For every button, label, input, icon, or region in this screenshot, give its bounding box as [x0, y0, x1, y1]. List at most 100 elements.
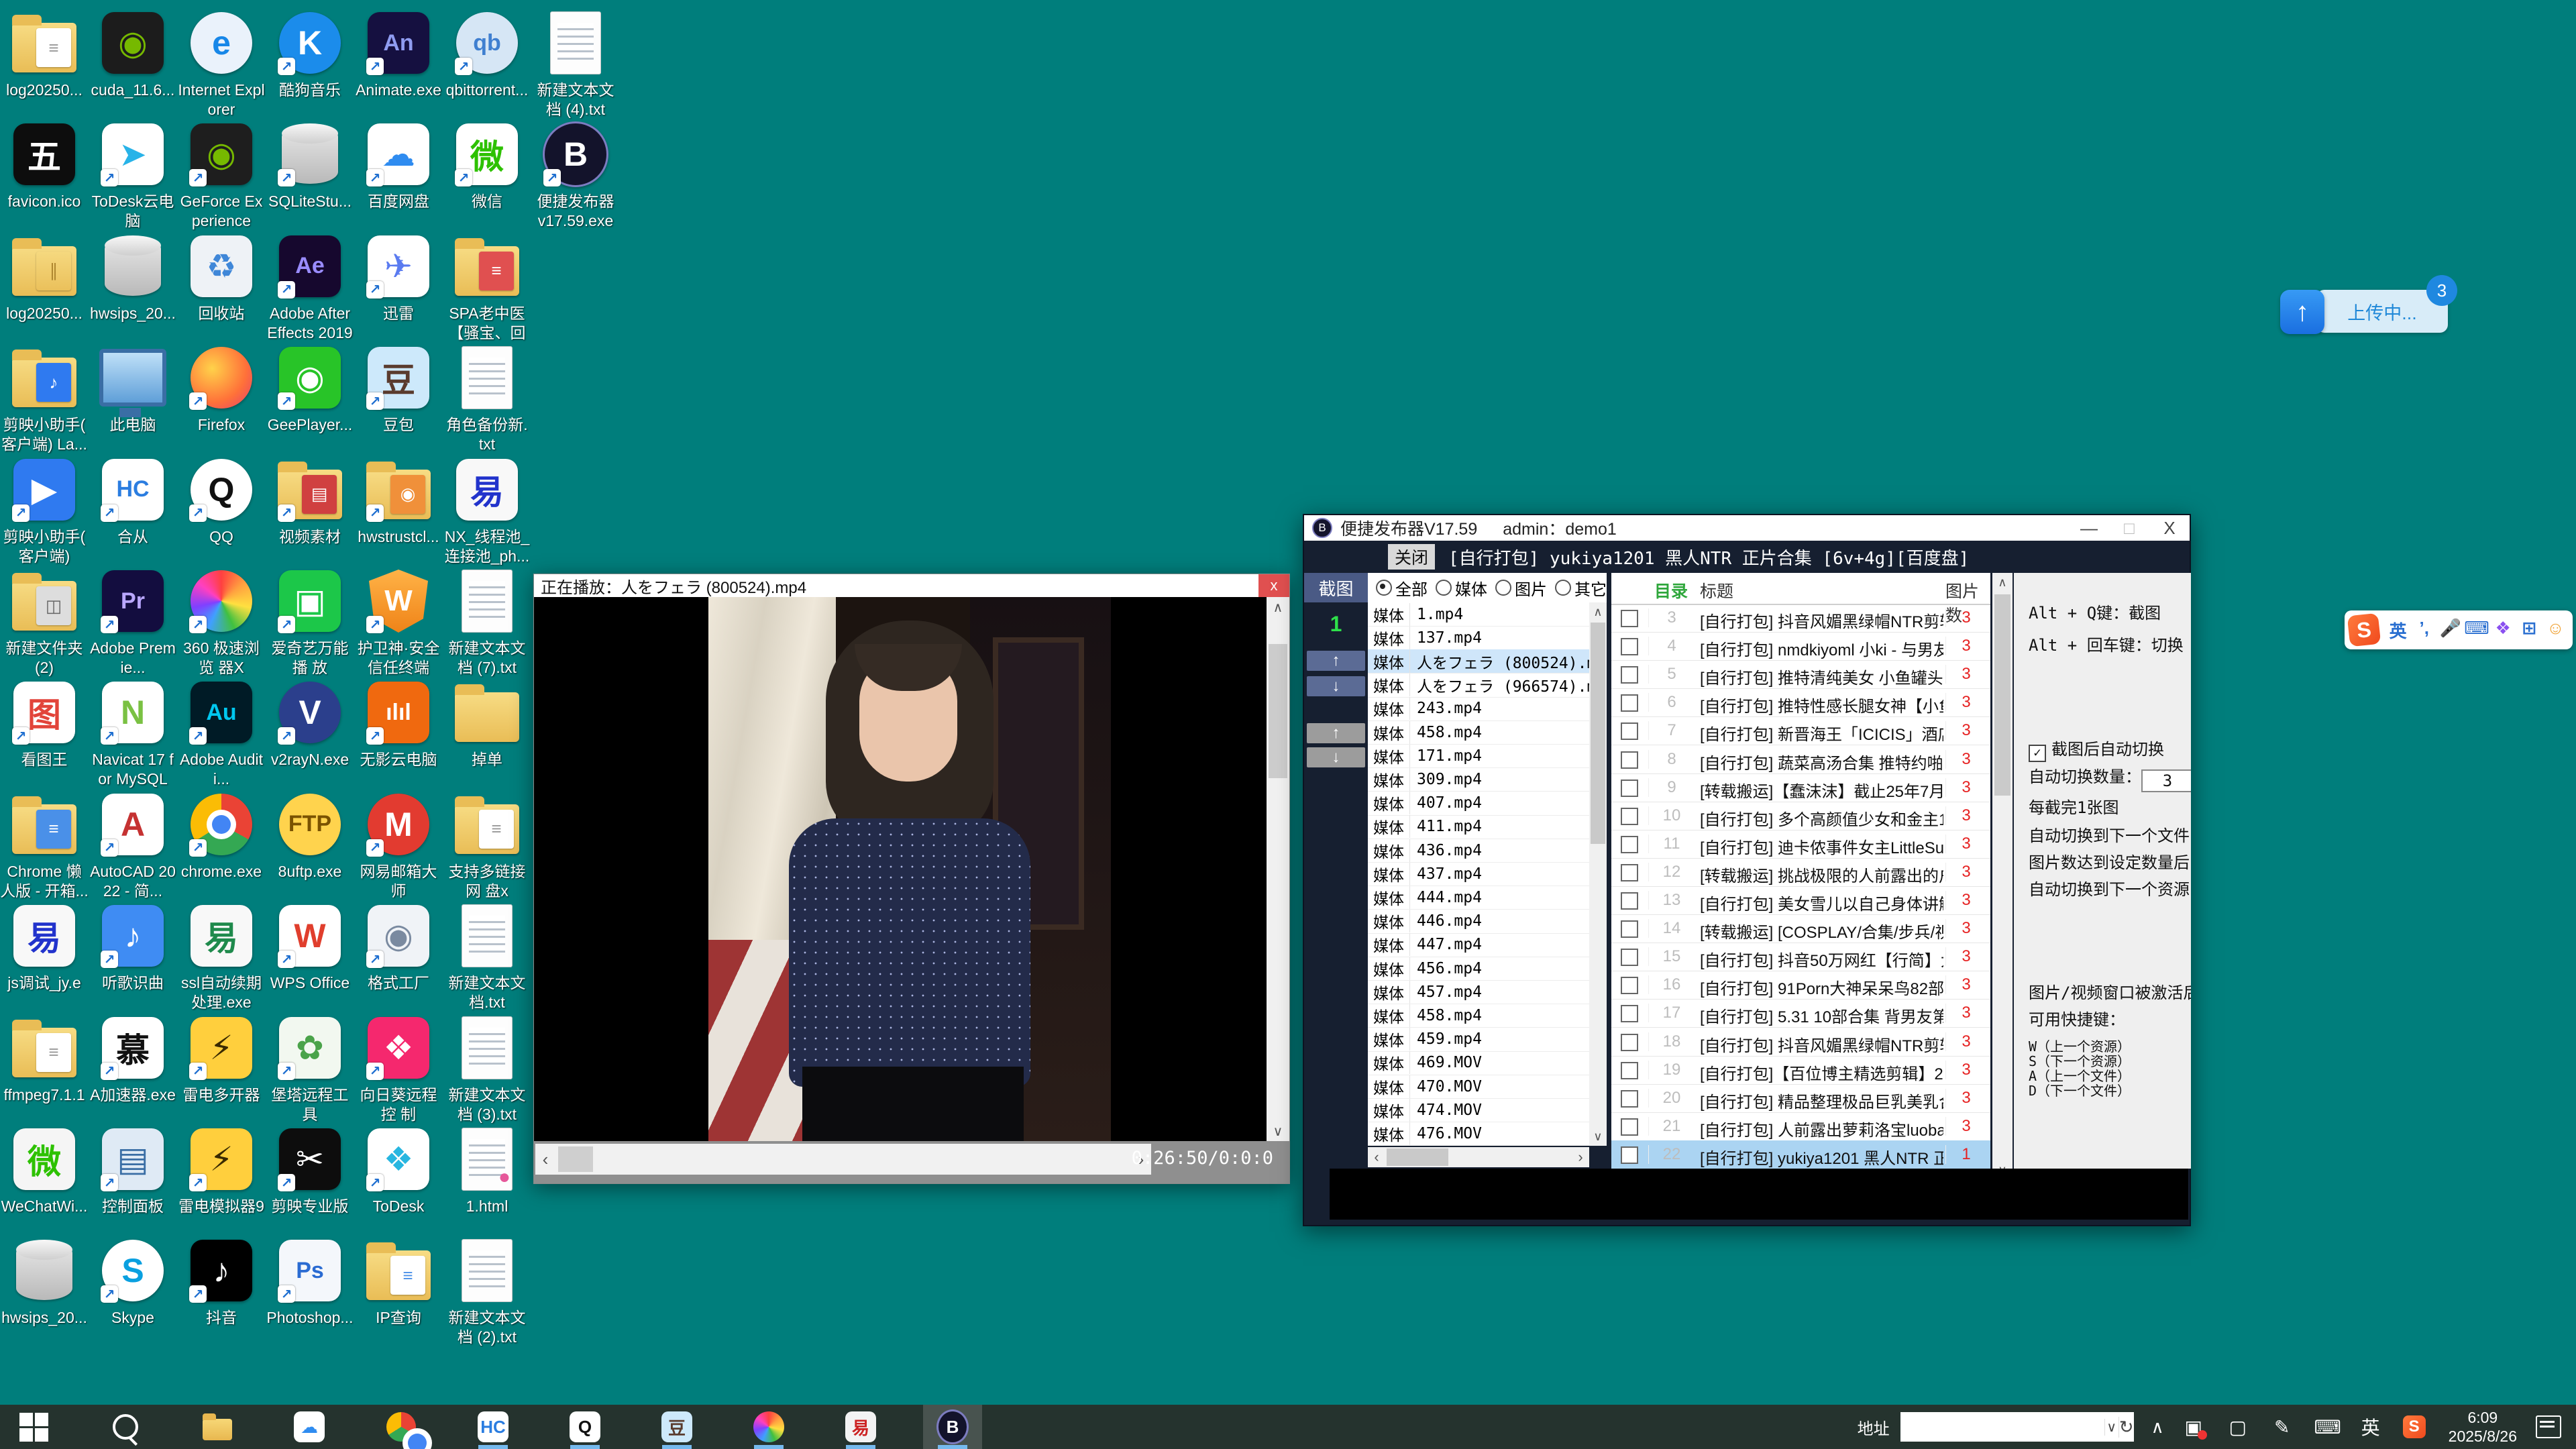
desktop-icon-Internet-Explorer[interactable]: eInternet Explorer — [177, 9, 266, 119]
media-row[interactable]: 媒体171.mp4 — [1368, 744, 1589, 768]
punctuation[interactable]: ’, — [2411, 618, 2437, 643]
desktop-icon-hwsips_20-[interactable]: hwsips_20... — [0, 1237, 89, 1328]
media-hscroll-thumb[interactable] — [1387, 1148, 1448, 1166]
taskbar-publisher[interactable]: B — [936, 1405, 969, 1449]
table-row[interactable]: 22[自行打包] yukiya1201 黑人NTR 正1 — [1611, 1140, 1990, 1169]
scroll-up-icon[interactable]: ∧ — [1589, 602, 1607, 621]
desktop-icon-雷电模拟器9[interactable]: ⚡↗雷电模拟器9 — [177, 1126, 266, 1216]
table-row[interactable]: 6[自行打包] 推特性感长腿女神【小鱼3 — [1611, 688, 1990, 717]
lang-mode[interactable]: 英 — [2385, 618, 2411, 643]
desktop-icon-视频素材[interactable]: ▤↗视频素材 — [266, 456, 354, 547]
taskbar-qq[interactable]: Q — [569, 1405, 601, 1449]
pen-tray-icon[interactable]: ✎ — [2270, 1416, 2294, 1438]
player-horizontal-scrollbar[interactable]: ‹ › — [535, 1144, 1151, 1175]
desktop-icon-回收站[interactable]: ♻回收站 — [177, 233, 266, 323]
desktop-icon-新建文本文档-4-txt[interactable]: 新建文本文档 (4).txt — [531, 9, 620, 119]
touch-keyboard-icon[interactable]: ⌨ — [2314, 1416, 2339, 1438]
desktop-icon-向日葵远程控-制[interactable]: ❖↗向日葵远程控 制 — [354, 1014, 443, 1124]
row-checkbox[interactable] — [1621, 638, 1638, 655]
player-hscroll-thumb[interactable] — [558, 1146, 593, 1172]
scroll-left-icon[interactable]: ‹ — [1368, 1147, 1385, 1167]
row-checkbox[interactable] — [1621, 977, 1638, 994]
desktop-icon-酷狗音乐[interactable]: K↗酷狗音乐 — [266, 9, 354, 100]
taskbar-baidu-netdisk[interactable]: ☁ — [293, 1405, 325, 1449]
row-checkbox[interactable] — [1621, 1034, 1638, 1051]
media-row[interactable]: 媒体458.mp4 — [1368, 720, 1589, 745]
row-checkbox[interactable] — [1621, 1062, 1638, 1079]
desktop-icon-Navicat-17-for-MySQL[interactable]: N↗Navicat 17 for MySQL — [89, 679, 177, 789]
desktop-icon-爱奇艺万能播-放[interactable]: ▣↗爱奇艺万能播 放 — [266, 568, 354, 678]
row-checkbox[interactable] — [1621, 892, 1638, 910]
desktop-icon-chrome-exe[interactable]: ↗chrome.exe — [177, 791, 266, 881]
media-row[interactable]: 媒体470.MOV — [1368, 1075, 1589, 1099]
table-row[interactable]: 11[自行打包] 迪卡侬事件女主LittleSub3 — [1611, 830, 1990, 859]
desktop-icon-cuda_11-6-[interactable]: ◉cuda_11.6... — [89, 9, 177, 100]
row-checkbox[interactable] — [1621, 1118, 1638, 1136]
table-vscroll-thumb[interactable] — [1994, 594, 2010, 796]
desktop-icon-网易邮箱大师[interactable]: M↗网易邮箱大师 — [354, 791, 443, 901]
desktop-icon-ToDesk云电脑[interactable]: ➤↗ToDesk云电脑 — [89, 121, 177, 231]
row-checkbox[interactable] — [1621, 1090, 1638, 1108]
table-row[interactable]: 8[自行打包] 蔬菜高汤合集 推特约啪大3 — [1611, 745, 1990, 774]
desktop-icon-WPS-Office[interactable]: W↗WPS Office — [266, 902, 354, 993]
desktop-icon-GeePlayer-[interactable]: ◉↗GeePlayer... — [266, 344, 354, 435]
taskbar-start-button[interactable] — [17, 1405, 50, 1449]
desktop-icon-控制面板[interactable]: ▤↗控制面板 — [89, 1126, 177, 1216]
filter-radio-媒体[interactable]: 媒体 — [1436, 576, 1487, 600]
desktop-icon-360-极速浏览-器X[interactable]: ↗360 极速浏览 器X — [177, 568, 266, 678]
table-vertical-scrollbar[interactable]: ∧ ∨ — [1992, 573, 2012, 1179]
table-row[interactable]: 17[自行打包] 5.31 10部合集 背男友第-3 — [1611, 999, 1990, 1028]
desktop-icon-js调试_jy-e[interactable]: 易js调试_jy.e — [0, 902, 89, 993]
scroll-up-icon[interactable]: ∧ — [1992, 573, 2012, 592]
table-row[interactable]: 4[自行打包] nmdkiyoml 小ki - 与男友3 — [1611, 632, 1990, 661]
desktop-icon-此电脑[interactable]: 此电脑 — [89, 344, 177, 435]
desktop-icon-log20250-[interactable]: ≡log20250... — [0, 9, 89, 100]
desktop-icon-Adobe-Auditi-[interactable]: Au↗Adobe Auditi... — [177, 679, 266, 789]
table-row[interactable]: 12[转载搬运] 挑战极限的人前露出的户3 — [1611, 858, 1990, 887]
table-row[interactable]: 21[自行打包] 人前露出萝莉洛宝luobac3 — [1611, 1112, 1990, 1141]
address-dropdown-icon[interactable]: ∨ — [2104, 1419, 2118, 1436]
keyboard-icon[interactable]: ⌨ — [2463, 618, 2489, 643]
switch-count-input[interactable]: 3 — [2141, 769, 2191, 792]
row-checkbox[interactable] — [1621, 751, 1638, 769]
ime-lang-indicator[interactable]: 英 — [2359, 1413, 2383, 1440]
media-row[interactable]: 媒体407.mp4 — [1368, 792, 1589, 816]
filter-radio-图片[interactable]: 图片 — [1495, 576, 1547, 600]
desktop-icon-Firefox[interactable]: ↗Firefox — [177, 344, 266, 435]
desktop-icon-hwsips_20-[interactable]: hwsips_20... — [89, 233, 177, 323]
table-row[interactable]: 19[自行打包]【百位博主精选剪辑】203 — [1611, 1056, 1990, 1085]
taskbar-360-browser[interactable] — [753, 1405, 785, 1449]
taskbar-hecong[interactable]: HC — [477, 1405, 509, 1449]
media-row[interactable]: 媒体137.mp4 — [1368, 626, 1589, 650]
taskbar-search-button[interactable] — [109, 1405, 142, 1449]
scroll-left-icon[interactable]: ‹ — [535, 1144, 555, 1175]
address-go-icon[interactable]: ↻ — [2118, 1417, 2134, 1438]
desktop-icon-剪映专业版[interactable]: ✂↗剪映专业版 — [266, 1126, 354, 1216]
media-row[interactable]: 媒体476.MOV — [1368, 1122, 1589, 1146]
table-row[interactable]: 20[自行打包] 精品整理极品巨乳美乳合:3 — [1611, 1084, 1990, 1113]
taskbar-chrome[interactable] — [385, 1405, 417, 1449]
move-up-button[interactable]: ↑ — [1307, 651, 1365, 671]
desktop-icon-hwstrustcl-[interactable]: ◉↗hwstrustcl... — [354, 456, 443, 547]
row-checkbox[interactable] — [1621, 1146, 1638, 1164]
toolbox-icon[interactable]: ⊞ — [2516, 618, 2542, 643]
emoji-icon[interactable]: ☺ — [2542, 618, 2569, 643]
table-row[interactable]: 7[自行打包] 新晋海王「ICICIS」酒店3 — [1611, 716, 1990, 745]
action-center-icon[interactable] — [2536, 1415, 2561, 1438]
row-checkbox[interactable] — [1621, 920, 1638, 938]
table-row[interactable]: 14[转载搬运] [COSPLAY/合集/步兵/视3 — [1611, 914, 1990, 943]
table-row[interactable]: 10[自行打包] 多个高颜值少女和金主1v3 — [1611, 802, 1990, 830]
desktop-icon-新建文件夹-2-[interactable]: ◫新建文件夹 (2) — [0, 568, 89, 678]
row-checkbox[interactable] — [1621, 694, 1638, 712]
checkbox-icon[interactable]: ✓ — [2029, 745, 2046, 762]
table-row[interactable]: 3[自行打包] 抖音风媚黑绿帽NTR剪辑3 — [1611, 604, 1990, 633]
table-row[interactable]: 18[自行打包] 抖音风媚黑绿帽NTR剪辑3 — [1611, 1028, 1990, 1057]
scroll-down-icon[interactable]: ∨ — [1589, 1127, 1607, 1146]
row-checkbox[interactable] — [1621, 666, 1638, 684]
close-button[interactable]: X — [2149, 518, 2190, 539]
desktop-icon-格式工厂[interactable]: ◉↗格式工厂 — [354, 902, 443, 993]
scroll-down-icon[interactable]: ∨ — [1267, 1121, 1289, 1141]
filter-radio-全部[interactable]: 全部 — [1376, 576, 1428, 600]
switch-count-row[interactable]: 自动切换数量：3 — [2029, 763, 2191, 792]
screenshot-button[interactable]: 截图 — [1304, 573, 1368, 602]
